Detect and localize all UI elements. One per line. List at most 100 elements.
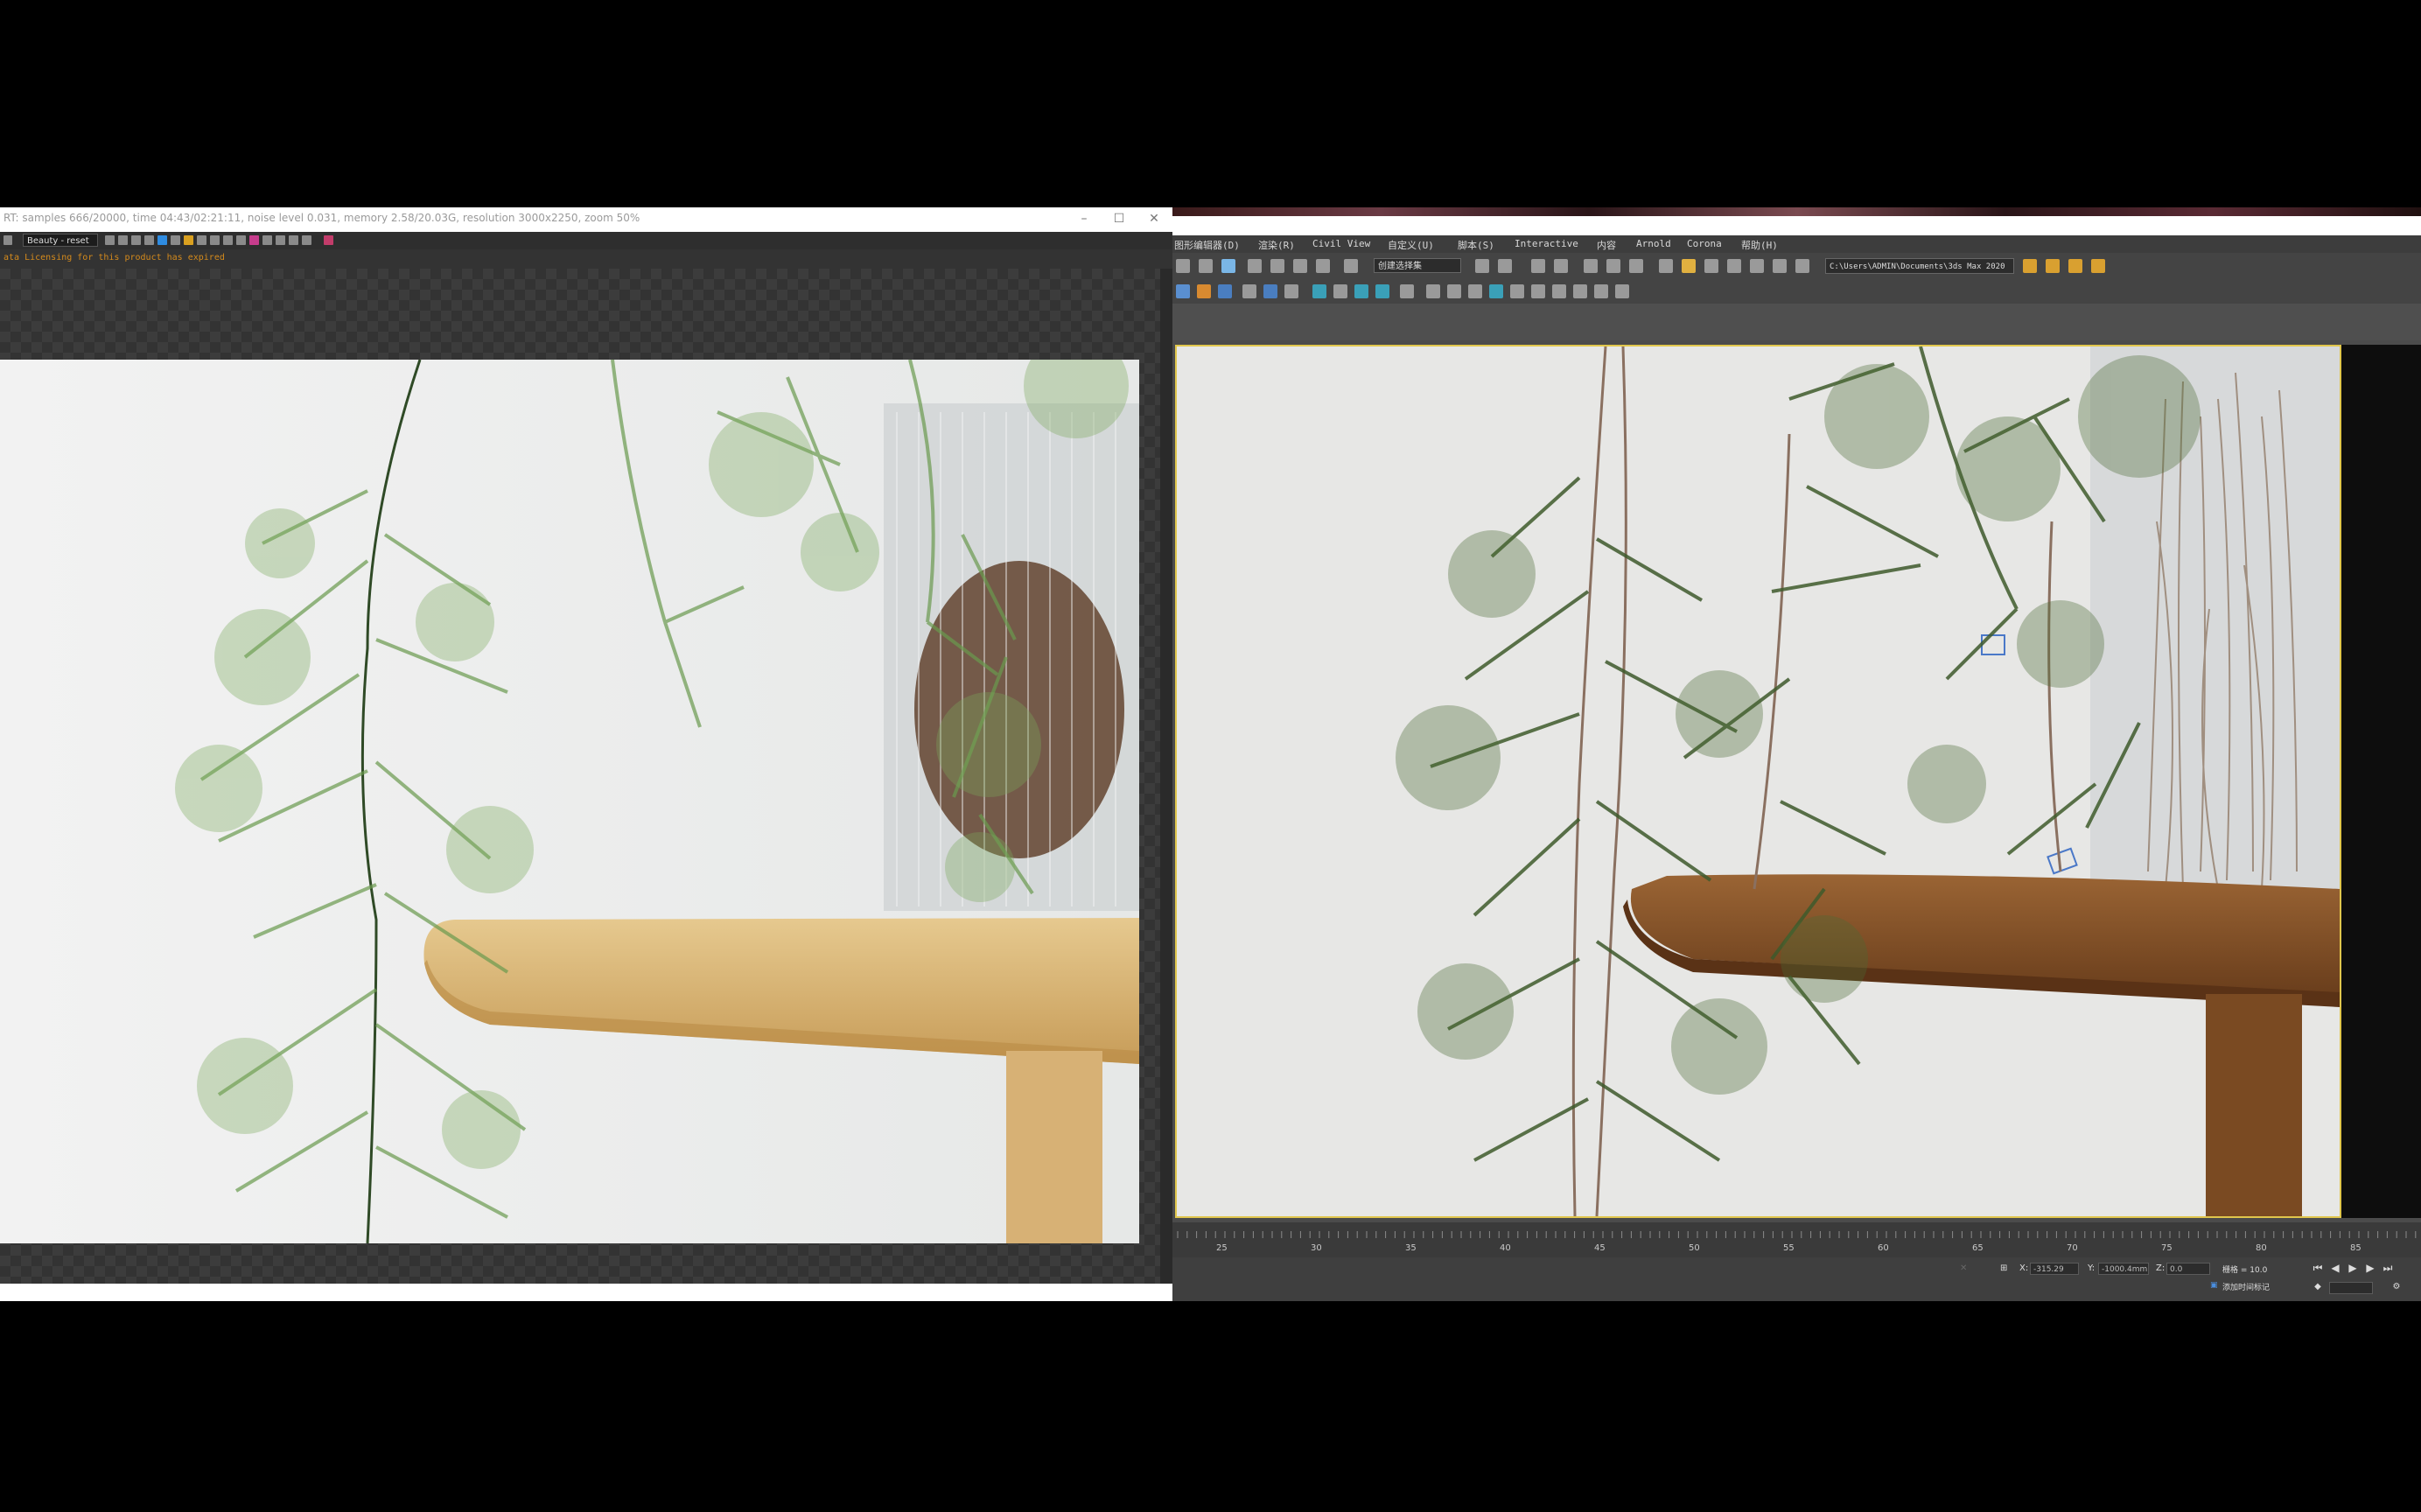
max-title-bar[interactable]	[1172, 216, 2421, 235]
activeshade-icon[interactable]	[1750, 259, 1764, 273]
project-open-icon[interactable]	[2068, 259, 2082, 273]
next-frame-icon[interactable]: ▶	[2364, 1262, 2376, 1274]
menu-content[interactable]: 内容	[1597, 238, 1616, 252]
light-icon[interactable]	[1312, 284, 1326, 298]
channel-icon[interactable]	[3, 235, 12, 245]
goto-start-icon[interactable]: ⏮	[2312, 1262, 2324, 1274]
move-icon[interactable]	[1199, 259, 1213, 273]
minimize-icon[interactable]: –	[1074, 210, 1094, 228]
y-coordinate-field[interactable]: -1000.4mm	[2098, 1263, 2149, 1275]
select-icon[interactable]	[1176, 259, 1190, 273]
refresh-icon[interactable]	[144, 235, 154, 245]
hair-icon[interactable]	[1552, 284, 1566, 298]
sphere-icon[interactable]	[1176, 284, 1190, 298]
project-folder-icon[interactable]	[2023, 259, 2037, 273]
prev-frame-icon[interactable]: ◀	[2329, 1262, 2341, 1274]
layer-explorer-icon[interactable]	[1531, 259, 1545, 273]
ribbon-toggle-icon[interactable]	[1554, 259, 1568, 273]
grid-icon[interactable]	[1197, 284, 1211, 298]
snap-icon[interactable]	[1248, 259, 1262, 273]
align-icon[interactable]	[1498, 259, 1512, 273]
percent-snap-icon[interactable]	[1293, 259, 1307, 273]
material-ball-icon[interactable]	[1489, 284, 1503, 298]
lens-effects-icon[interactable]	[262, 235, 272, 245]
material-editor-icon[interactable]	[1629, 259, 1643, 273]
layer-select[interactable]: Beauty - reset	[23, 234, 98, 247]
absolute-mode-icon[interactable]: ⊞	[2000, 1264, 2007, 1273]
vfb-scrollbar[interactable]	[1160, 269, 1172, 1284]
spinner-snap-icon[interactable]	[1316, 259, 1330, 273]
angle-snap-icon[interactable]	[1270, 259, 1284, 273]
compare-icon[interactable]	[276, 235, 285, 245]
vfb-title-bar[interactable]: RT: samples 666/20000, time 04:43/02:21:…	[0, 207, 1172, 232]
edit-named-selection-icon[interactable]	[1344, 259, 1358, 273]
wand-icon[interactable]	[1426, 284, 1440, 298]
load-icon[interactable]	[131, 235, 141, 245]
lock-icon[interactable]	[210, 235, 220, 245]
globe-icon[interactable]	[1263, 284, 1277, 298]
color-icon[interactable]	[249, 235, 259, 245]
clear-icon[interactable]	[289, 235, 298, 245]
project-new-icon[interactable]	[2046, 259, 2060, 273]
rotate-icon[interactable]	[1221, 259, 1235, 273]
pin-icon[interactable]	[1615, 284, 1629, 298]
render-iterative-icon[interactable]	[1727, 259, 1741, 273]
scatter-icon[interactable]	[1354, 284, 1368, 298]
key-mode-icon[interactable]: ◆	[2312, 1281, 2324, 1293]
project-save-icon[interactable]	[2091, 259, 2105, 273]
isolate-icon[interactable]: ✕	[1960, 1264, 1967, 1273]
menu-interactive[interactable]: Interactive	[1515, 238, 1578, 249]
cycle-icon[interactable]	[1468, 284, 1482, 298]
render-setup-icon[interactable]	[1659, 259, 1673, 273]
proxy-icon[interactable]	[1375, 284, 1389, 298]
menu-help[interactable]: 帮助(H)	[1741, 238, 1778, 252]
time-slider-track[interactable]: 25 30 35 40 45 50 55 60 65 70 75 80 85	[1172, 1222, 2421, 1257]
menu-arnold[interactable]: Arnold	[1636, 238, 1671, 249]
fit-icon[interactable]	[302, 235, 311, 245]
menu-civil-view[interactable]: Civil View	[1312, 238, 1370, 249]
perspective-viewport[interactable]	[1175, 345, 2341, 1218]
maximize-icon[interactable]: ☐	[1109, 210, 1129, 228]
table-icon[interactable]	[1400, 284, 1414, 298]
menu-corona[interactable]: Corona	[1687, 238, 1722, 249]
save-all-icon[interactable]	[118, 235, 128, 245]
box-icon[interactable]	[1218, 284, 1232, 298]
pause-icon[interactable]	[184, 235, 193, 245]
named-selection-set-dropdown[interactable]: 创建选择集	[1374, 258, 1461, 273]
menu-graph-editors[interactable]: 图形编辑器(D)	[1174, 238, 1240, 252]
help-circle-icon[interactable]	[1284, 284, 1298, 298]
eye-icon[interactable]	[1594, 284, 1608, 298]
save-icon[interactable]	[105, 235, 115, 245]
current-frame-field[interactable]	[2329, 1282, 2373, 1294]
region-box-icon[interactable]	[1573, 284, 1587, 298]
frame-icon[interactable]	[1531, 284, 1545, 298]
render-icon[interactable]	[324, 235, 333, 245]
add-time-tag-icon[interactable]: ▣	[2210, 1281, 2218, 1290]
time-config-icon[interactable]: ⚙	[2390, 1281, 2403, 1293]
crosshair-icon[interactable]	[223, 235, 233, 245]
mirror-icon[interactable]	[1475, 259, 1489, 273]
doc-icon[interactable]	[1242, 284, 1256, 298]
add-time-tag[interactable]: 添加时间标记	[2222, 1281, 2270, 1292]
history-icon[interactable]	[236, 235, 246, 245]
schematic-view-icon[interactable]	[1606, 259, 1620, 273]
render-frame-window-icon[interactable]	[1682, 259, 1696, 273]
x-coordinate-field[interactable]: -315.29	[2030, 1263, 2079, 1275]
sun-icon[interactable]	[1333, 284, 1347, 298]
stop-icon[interactable]	[197, 235, 206, 245]
menu-scripting[interactable]: 脚本(S)	[1458, 238, 1494, 252]
follow-mouse-icon[interactable]	[171, 235, 180, 245]
camera-target-icon[interactable]	[1510, 284, 1524, 298]
play-icon[interactable]: ▶	[2347, 1262, 2359, 1274]
vfb-canvas[interactable]	[0, 269, 1160, 1284]
curve-editor-icon[interactable]	[1584, 259, 1598, 273]
render-production-icon[interactable]	[1704, 259, 1718, 273]
menu-customize[interactable]: 自定义(U)	[1388, 238, 1434, 252]
menu-rendering[interactable]: 渲染(R)	[1258, 238, 1295, 252]
z-coordinate-field[interactable]: 0.0	[2166, 1263, 2210, 1275]
region-icon[interactable]	[157, 235, 167, 245]
goto-end-icon[interactable]: ⏭	[2382, 1262, 2394, 1274]
book-icon[interactable]	[1447, 284, 1461, 298]
close-icon[interactable]: ✕	[1144, 210, 1164, 228]
open-explorer-icon[interactable]	[1795, 259, 1809, 273]
